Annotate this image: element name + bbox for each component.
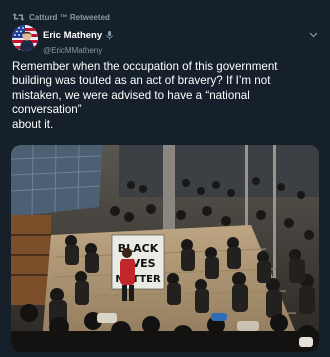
author-avatar[interactable] <box>12 25 38 51</box>
tweet-text-line: conversation” <box>12 103 82 117</box>
protest-photo: BLACK LIVES MATTER <box>11 145 319 352</box>
retweet-label: Catturd ™ Retweeted <box>29 12 110 22</box>
tweet-photo[interactable]: BLACK LIVES MATTER <box>11 145 319 352</box>
tweet-text-line: about it. <box>12 117 54 131</box>
author-display-name[interactable]: Eric Matheny <box>43 31 102 41</box>
author-info[interactable]: Eric Matheny @EricMMatheny <box>43 28 113 55</box>
microphone-icon <box>106 28 113 44</box>
retweet-header: Catturd ™ Retweeted <box>12 10 110 24</box>
tweet[interactable]: Catturd ™ Retweeted Eric Matheny @EricMM… <box>0 0 330 357</box>
american-flag-avatar <box>12 25 38 51</box>
tweet-text-line: building was touted as an act of bravery… <box>12 74 271 88</box>
tweet-text-line: Remember when the occupation of this gov… <box>12 60 278 73</box>
retweet-icon <box>12 12 25 22</box>
tweet-text-line: mistaken, we were advised to have a “nat… <box>12 88 250 102</box>
tweet-text: Remember when the occupation of this gov… <box>12 60 318 132</box>
tweet-menu-button[interactable] <box>308 30 318 38</box>
chevron-down-icon <box>309 25 318 43</box>
author-handle[interactable]: @EricMMatheny <box>43 47 113 55</box>
